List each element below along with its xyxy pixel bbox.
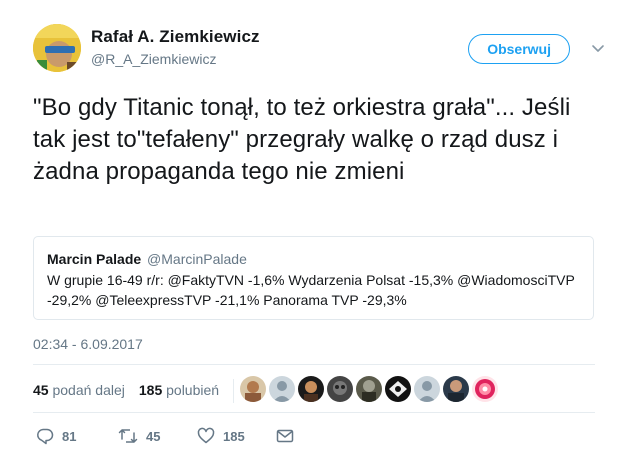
- retweet-count: 45: [146, 428, 161, 444]
- reply-count: 81: [62, 428, 77, 444]
- liker-avatar-6[interactable]: [385, 376, 411, 402]
- direct-message-button[interactable]: [276, 424, 302, 448]
- retweet-button[interactable]: 45: [118, 424, 160, 448]
- author-avatar[interactable]: [33, 24, 81, 72]
- tweet-header: Rafał A. Ziemkiewicz @R_A_Ziemkiewicz Ob…: [33, 24, 608, 74]
- quoted-tweet-text: W grupie 16-49 r/r: @FaktyTVN -1,6% Wyda…: [47, 272, 575, 308]
- liker-avatar-4[interactable]: [327, 376, 353, 402]
- liker-avatar-1[interactable]: [240, 376, 266, 402]
- quoted-author-screen-name: @MarcinPalade: [147, 251, 247, 267]
- chevron-down-icon[interactable]: [588, 38, 608, 58]
- tweet-timestamp[interactable]: 02:34 - 6.09.2017: [33, 336, 143, 352]
- liker-avatar-5[interactable]: [356, 376, 382, 402]
- retweets-stat[interactable]: 45 podań dalej: [33, 375, 125, 405]
- liker-avatar-7[interactable]: [414, 376, 440, 402]
- retweets-label: podań dalej: [52, 382, 125, 398]
- reply-button[interactable]: 81: [36, 424, 76, 448]
- envelope-icon: [276, 429, 294, 443]
- liker-avatar-8[interactable]: [443, 376, 469, 402]
- likes-stat[interactable]: 185 polubień: [139, 375, 219, 405]
- author-screen-name[interactable]: @R_A_Ziemkiewicz: [91, 51, 260, 67]
- liker-avatar-2[interactable]: [269, 376, 295, 402]
- likes-label: polubień: [166, 382, 220, 398]
- retweets-count: 45: [33, 382, 49, 398]
- tweet-stats: 45 podań dalej 185 polubień: [33, 375, 234, 405]
- tweet-text: "Bo gdy Titanic tonął, to też orkiestra …: [33, 94, 571, 185]
- quoted-author-name: Marcin Palade: [47, 251, 142, 267]
- heart-icon: [197, 427, 215, 444]
- divider: [33, 364, 595, 365]
- reply-icon: [37, 428, 54, 445]
- retweet-icon: [118, 429, 138, 443]
- divider: [33, 412, 595, 413]
- liker-avatar-9[interactable]: [472, 376, 498, 402]
- like-count: 185: [223, 428, 245, 444]
- liker-avatar-3[interactable]: [298, 376, 324, 402]
- quoted-tweet[interactable]: Marcin Palade @MarcinPalade W grupie 16-…: [33, 236, 594, 320]
- user-avatar-icon: [33, 24, 81, 72]
- likes-count: 185: [138, 382, 163, 398]
- author-display-name[interactable]: Rafał A. Ziemkiewicz: [91, 27, 260, 47]
- stats-separator: [233, 379, 234, 403]
- follow-button[interactable]: Obserwuj: [468, 34, 570, 64]
- likers-avatars: [240, 376, 501, 404]
- like-button[interactable]: 185: [197, 424, 245, 448]
